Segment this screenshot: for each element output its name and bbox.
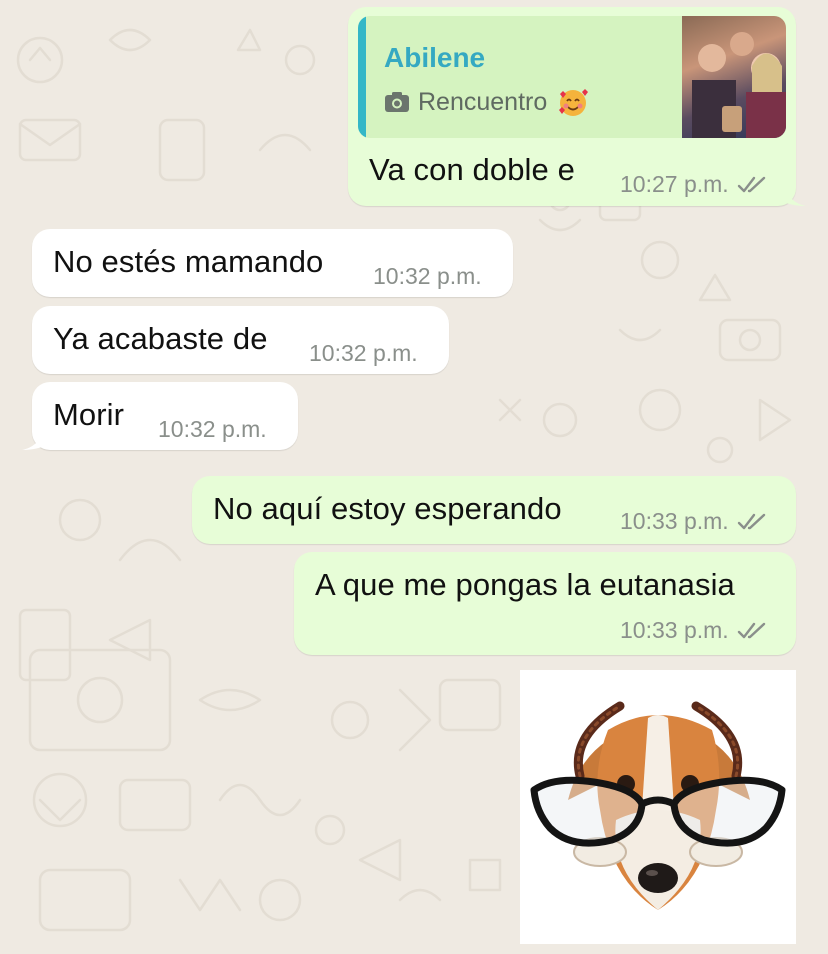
message-time: 10:27 p.m.: [620, 171, 729, 197]
message-text: A que me pongas la eutanasia: [315, 567, 735, 602]
group-photo-image: [692, 32, 786, 138]
message-time: 10:32 p.m.: [158, 416, 267, 442]
double-check-read-icon: [737, 176, 765, 192]
message-meta: 10:27 p.m.: [620, 171, 767, 198]
dog-with-glasses-icon: [530, 701, 786, 910]
message-meta: 10:33 p.m.: [620, 508, 767, 535]
message-time: 10:32 p.m.: [309, 340, 418, 366]
quote-author: Abilene: [384, 42, 486, 73]
camera-icon: [385, 92, 409, 112]
message-time: 10:32 p.m.: [373, 263, 482, 289]
message-text: Morir: [53, 397, 125, 432]
message-text: No aquí estoy esperando: [213, 491, 562, 526]
dog-with-glasses-sticker[interactable]: [520, 670, 796, 944]
quote-photo-thumbnail[interactable]: [682, 16, 786, 138]
outgoing-message-bubble[interactable]: No aquí estoy esperando 10:33 p.m.: [192, 476, 796, 544]
smiling-face-with-hearts-emoji: [559, 89, 589, 116]
reply-text: Va con doble e: [369, 152, 575, 187]
outgoing-message-bubble[interactable]: A que me pongas la eutanasia 10:33 p.m.: [294, 552, 796, 655]
message-time: 10:33 p.m.: [620, 508, 729, 534]
incoming-message-bubble[interactable]: No estés mamando 10:32 p.m.: [32, 229, 513, 297]
quoted-message[interactable]: Abilene Rencuentro 🥰: [358, 16, 786, 138]
outgoing-reply-bubble[interactable]: Abilene Rencuentro 🥰: [348, 7, 796, 206]
double-check-read-icon: [737, 513, 765, 529]
incoming-message-bubble[interactable]: Morir 10:32 p.m.: [32, 382, 298, 450]
incoming-message-bubble[interactable]: Ya acabaste de 10:32 p.m.: [32, 306, 449, 374]
outgoing-bubble-tail: [784, 186, 806, 206]
double-check-read-icon: [737, 622, 765, 638]
incoming-bubble-tail: [22, 430, 44, 450]
quote-media-label: Rencuentro 🥰: [384, 86, 589, 118]
message-text: Ya acabaste de: [53, 321, 268, 356]
message-time: 10:33 p.m.: [620, 617, 729, 643]
quote-media-text: Rencuentro: [418, 87, 548, 116]
message-text: No estés mamando: [53, 244, 324, 279]
quote-accent-bar: [358, 16, 366, 138]
message-meta: 10:33 p.m.: [620, 617, 767, 644]
